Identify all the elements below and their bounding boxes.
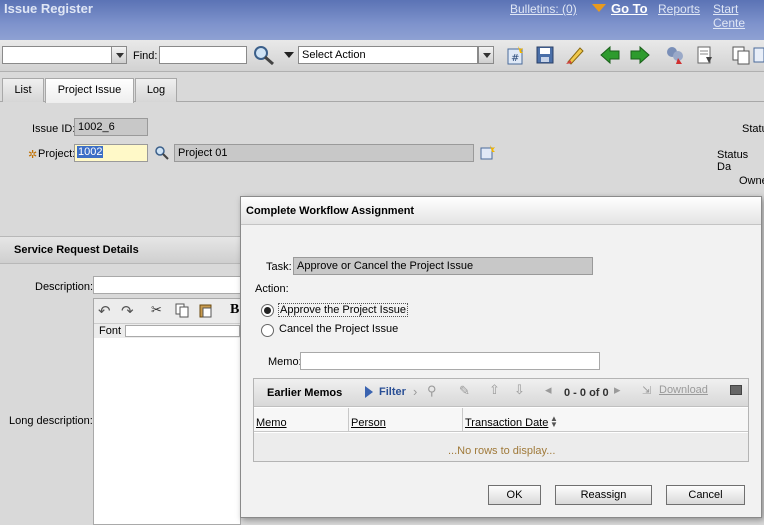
project-description-field[interactable]: Project 01 (174, 144, 474, 162)
task-label: Task: (266, 261, 292, 273)
first-page-disabled-icon: ⇧ (489, 382, 500, 397)
previous-record-icon[interactable] (599, 44, 621, 66)
action-label: Action: (255, 283, 289, 295)
goto-menu[interactable]: Go To (611, 1, 648, 16)
undo-icon[interactable]: ↶ (98, 302, 111, 320)
sort-icon[interactable]: ▲ ▼ (550, 415, 558, 429)
cancel-button[interactable]: Cancel (666, 485, 745, 505)
service-request-title: Service Request Details (14, 244, 139, 256)
more-tools-icon[interactable] (752, 44, 764, 66)
column-person[interactable]: Person (351, 417, 386, 429)
column-memo[interactable]: Memo (256, 417, 287, 429)
earlier-memos-title: Earlier Memos (267, 387, 343, 399)
find-options-icon[interactable] (284, 52, 294, 58)
goto-arrow-icon (592, 4, 606, 12)
ok-button[interactable]: OK (488, 485, 541, 505)
filter-link[interactable]: Filter (379, 386, 406, 398)
long-description-label: Long description: (9, 415, 93, 427)
cancel-option-label[interactable]: Cancel the Project Issue (279, 323, 398, 335)
next-page-disabled-icon: ▸ (614, 382, 621, 397)
approve-radio[interactable] (261, 304, 274, 317)
memo-label: Memo: (268, 356, 302, 368)
find-input[interactable] (159, 46, 247, 64)
status-label: Statu (742, 123, 764, 135)
status-date-label: Status Da (717, 149, 749, 173)
find-search-icon[interactable] (252, 44, 276, 66)
save-icon[interactable] (534, 44, 556, 66)
redo-icon[interactable]: ↷ (121, 302, 134, 320)
action-select[interactable]: Select Action (298, 46, 478, 64)
minimize-table-icon[interactable] (730, 385, 742, 395)
query-select[interactable] (2, 46, 112, 64)
description-label: Description: (35, 281, 94, 293)
clear-changes-icon[interactable] (564, 44, 586, 66)
workflow-route-icon[interactable] (664, 44, 686, 66)
paging-status: 0 - 0 of 0 (564, 387, 609, 399)
no-rows-message: ...No rows to display... (448, 445, 556, 457)
owner-label: Owne (739, 175, 764, 187)
start-center-link[interactable]: Start Cente (713, 2, 764, 30)
reassign-button[interactable]: Reassign (555, 485, 652, 505)
paste-icon[interactable] (198, 302, 214, 318)
issue-id-label: Issue ID: (32, 123, 76, 135)
approve-option-label[interactable]: Approve the Project Issue (278, 303, 408, 317)
last-page-disabled-icon: ⇩ (514, 382, 525, 397)
copy-icon[interactable] (174, 302, 190, 318)
download-icon: ⇲ (642, 385, 652, 397)
svg-text:#: # (511, 53, 519, 64)
description-input[interactable] (93, 276, 241, 294)
project-detail-menu-icon[interactable] (479, 144, 497, 162)
download-link: Download (659, 384, 708, 396)
next-record-icon[interactable] (629, 44, 651, 66)
app-title: Issue Register (4, 1, 93, 16)
font-select[interactable] (125, 325, 240, 337)
reports-link[interactable]: Reports (658, 2, 700, 16)
action-dropdown-icon[interactable] (478, 46, 494, 64)
dialog-title: Complete Workflow Assignment (246, 205, 415, 217)
editor-toolbar (94, 299, 240, 323)
project-field[interactable]: 1002 (74, 144, 148, 162)
duplicate-icon[interactable] (730, 44, 752, 66)
previous-page-disabled-icon: ◂ (545, 382, 552, 397)
bulletins-link[interactable]: Bulletins: (0) (510, 2, 577, 16)
memo-input[interactable] (300, 352, 600, 370)
clear-filter-disabled-icon: ✎ (459, 383, 470, 398)
tab-project-issue[interactable]: Project Issue (45, 78, 134, 103)
tab-log[interactable]: Log (135, 78, 177, 102)
new-record-icon[interactable]: # (504, 44, 526, 66)
project-label: Project: (38, 148, 76, 160)
project-value: 1002 (77, 146, 104, 158)
cancel-radio[interactable] (261, 324, 274, 337)
column-separator (348, 408, 349, 432)
project-lookup-icon[interactable] (154, 145, 170, 161)
task-field: Approve or Cancel the Project Issue (293, 257, 593, 275)
issue-id-field[interactable]: 1002_6 (74, 118, 148, 136)
title-bar (0, 0, 764, 40)
cut-icon[interactable]: ✂ (151, 302, 162, 318)
find-label: Find: (133, 50, 158, 62)
required-asterisk-icon: ✲ (28, 149, 38, 161)
query-dropdown-icon[interactable] (111, 46, 127, 64)
filter-icon[interactable] (365, 386, 373, 398)
tab-list[interactable]: List (2, 78, 44, 102)
font-label: Font (99, 325, 122, 337)
column-separator (462, 408, 463, 432)
view-history-icon[interactable] (694, 44, 716, 66)
column-transaction-date[interactable]: Transaction Date (465, 417, 548, 429)
find-disabled-icon: ⚲ (427, 383, 437, 398)
filter-expand-icon: › (413, 384, 418, 399)
bold-icon[interactable]: B (230, 302, 239, 318)
